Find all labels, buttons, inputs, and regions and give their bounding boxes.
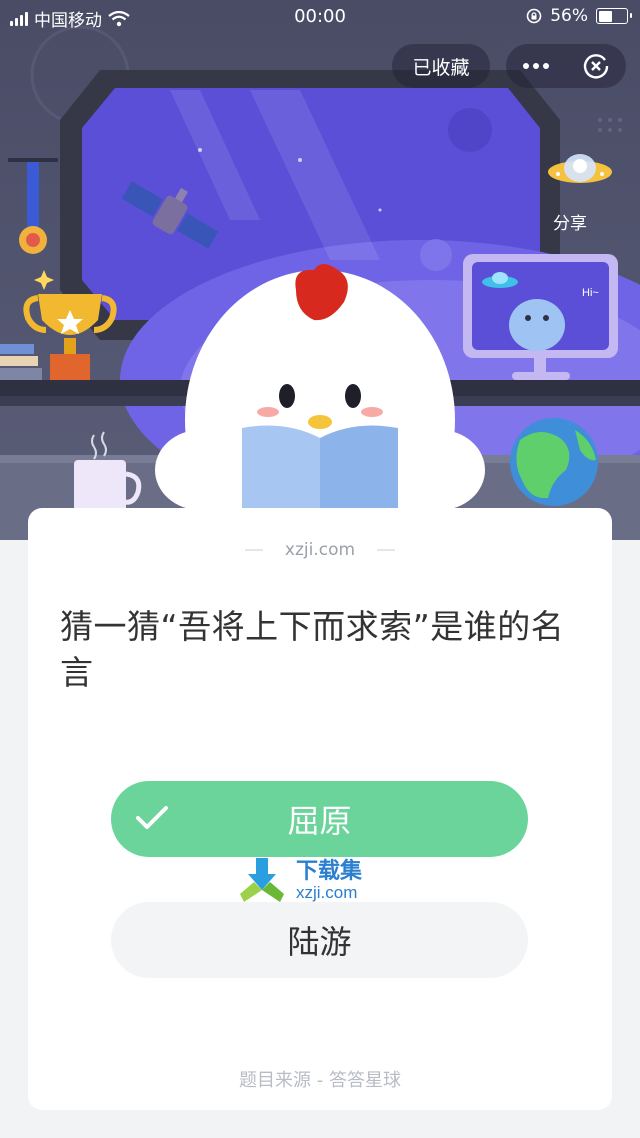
favorited-button[interactable]: 已收藏	[392, 44, 490, 88]
rotation-lock-icon	[526, 8, 542, 24]
more-button[interactable]	[506, 63, 566, 69]
check-icon	[136, 806, 168, 829]
battery-fill	[598, 10, 612, 22]
answer-option-2[interactable]: 陆游	[111, 902, 528, 978]
status-bar: 中国移动 00:00 56%	[0, 0, 640, 34]
more-dots-icon	[523, 63, 549, 69]
battery-percent: 56%	[550, 6, 588, 26]
question-text: 猜一猜“吾将上下而求索”是谁的名言	[60, 607, 565, 692]
globe-icon	[510, 418, 598, 506]
share-label[interactable]: 分享	[553, 209, 587, 234]
close-target-icon	[583, 54, 609, 79]
answer-option-1[interactable]: 屈原	[111, 781, 528, 857]
watermark-text: xzji.com	[28, 540, 612, 560]
monitor-greeting: Hi~	[582, 287, 599, 299]
mini-program-capsule	[506, 44, 626, 88]
battery-icon	[596, 8, 632, 24]
download-site-logo: 下载集 xzji.com	[240, 858, 363, 902]
answer-option-2-label: 陆游	[287, 923, 352, 961]
close-miniprogram-button[interactable]	[566, 52, 626, 80]
books-icon	[0, 344, 42, 380]
question-card: xzji.com 猜一猜“吾将上下而求索”是谁的名言 屈原 下载集 xzji.c…	[28, 508, 612, 1110]
medal-icon	[8, 158, 58, 254]
mug-icon	[74, 431, 142, 514]
answer-option-1-label: 屈原	[287, 802, 352, 840]
question-source: 题目来源 - 答答星球	[239, 1070, 401, 1091]
logo-domain: xzji.com	[296, 883, 357, 902]
download-arrow-icon	[240, 858, 284, 902]
logo-title: 下载集	[296, 858, 363, 884]
